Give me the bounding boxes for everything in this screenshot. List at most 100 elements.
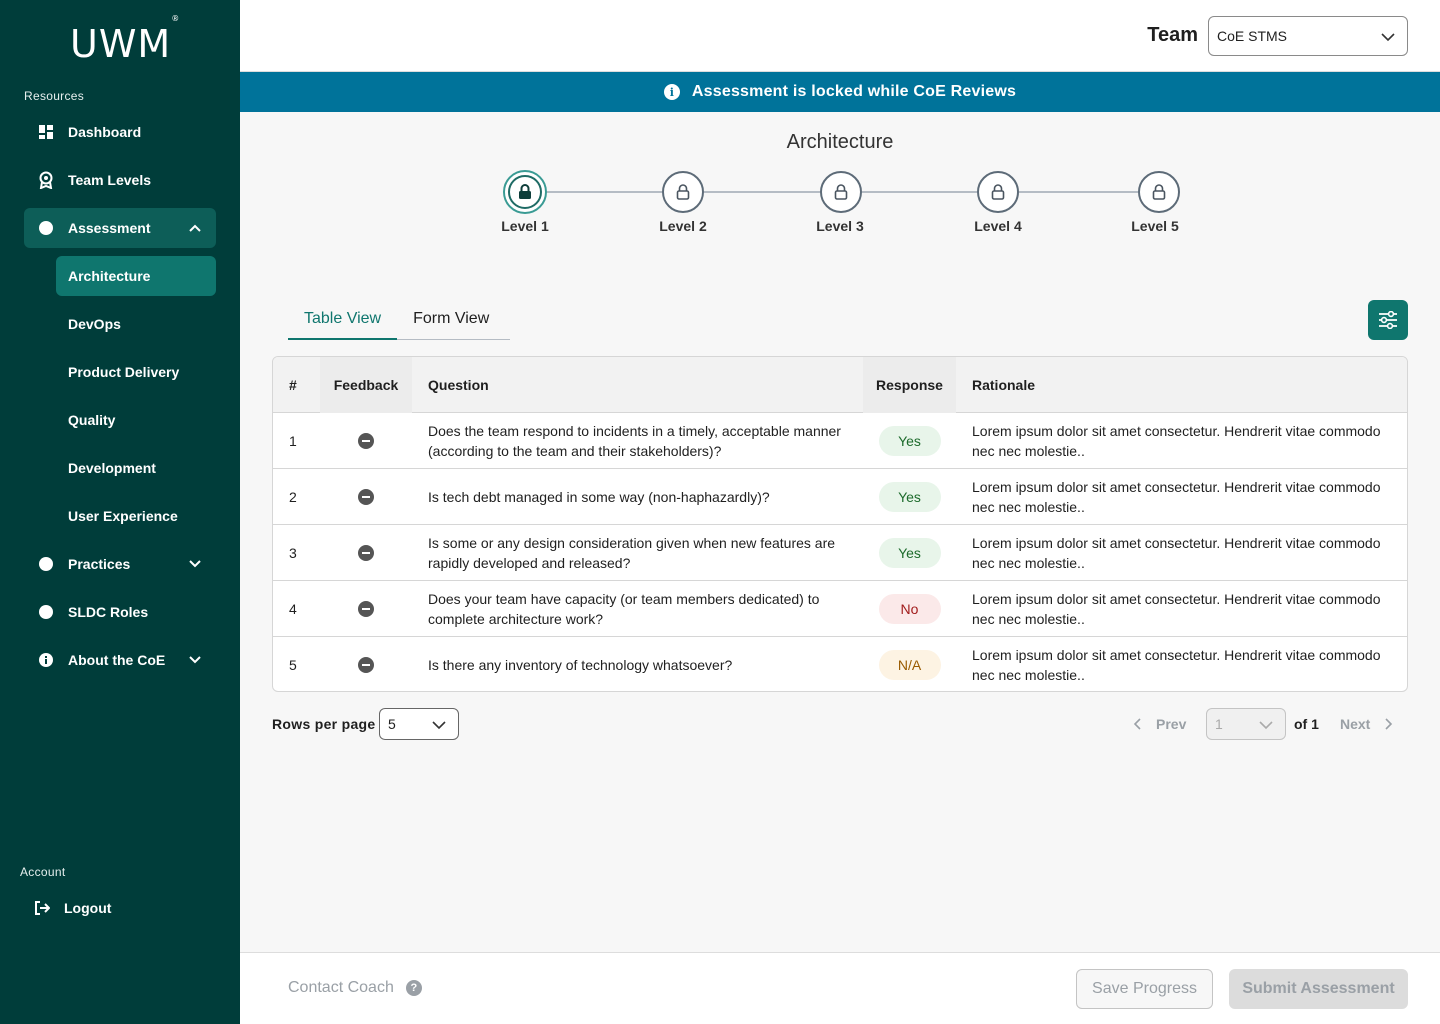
sidebar-subitem-user-experience[interactable]: User Experience	[56, 496, 216, 536]
chevron-down-icon	[432, 718, 446, 735]
question-cell: Is there any inventory of technology wha…	[428, 657, 733, 673]
rationale-cell: Lorem ipsum dolor sit amet consectetur. …	[972, 647, 1381, 683]
tab-form-view[interactable]: Form View	[397, 304, 505, 340]
uwm-logo[interactable]: UWM®	[70, 14, 180, 66]
row-number: 2	[289, 489, 297, 505]
feedback-cell	[320, 469, 412, 525]
sliders-icon	[1379, 311, 1397, 329]
save-progress-button[interactable]: Save Progress	[1076, 969, 1213, 1009]
response-badge: Yes	[878, 426, 941, 456]
submit-assessment-button[interactable]: Submit Assessment	[1229, 969, 1408, 1009]
stepper-connector	[862, 191, 977, 193]
level-1-label: Level 1	[501, 218, 549, 234]
rows-per-page-select[interactable]: 5	[379, 708, 459, 740]
sidebar-item-dashboard[interactable]: Dashboard	[24, 112, 216, 152]
row-number: 1	[289, 433, 297, 449]
rows-per-page-label: Rows per page	[272, 716, 376, 732]
sidebar-item-sldc-roles[interactable]: SLDC Roles	[24, 592, 216, 632]
level-1-step[interactable]	[503, 170, 547, 214]
sidebar-item-practices[interactable]: Practices	[24, 544, 216, 584]
level-4-step[interactable]	[977, 171, 1019, 213]
lock-icon	[834, 184, 848, 200]
chevron-down-icon	[1259, 718, 1273, 735]
sidebar-subitem-architecture[interactable]: Architecture	[56, 256, 216, 296]
feedback-cell	[320, 581, 412, 637]
sidebar-subitem-product-delivery[interactable]: Product Delivery	[56, 352, 216, 392]
table-row[interactable]: 2 Is tech debt managed in some way (non-…	[273, 469, 1407, 525]
table-header: # Feedback Question Response Rationale	[273, 357, 1407, 413]
lock-filled-icon	[519, 184, 531, 199]
contact-coach-label: Contact Coach	[288, 979, 394, 996]
lock-icon	[1152, 184, 1166, 200]
table-row[interactable]: 3 Is some or any design consideration gi…	[273, 525, 1407, 581]
minus-circle-icon[interactable]	[358, 545, 374, 561]
footer-bar: Contact Coach ? Save Progress Submit Ass…	[240, 952, 1440, 1024]
rationale-cell: Lorem ipsum dolor sit amet consectetur. …	[972, 479, 1381, 515]
col-rationale: Rationale	[972, 377, 1036, 393]
circle-icon	[24, 605, 68, 619]
sidebar-subitem-devops[interactable]: DevOps	[56, 304, 216, 344]
chevron-left-icon	[1133, 718, 1141, 730]
level-5-step[interactable]	[1138, 171, 1180, 213]
sidebar-item-about-coe[interactable]: About the CoE	[24, 640, 216, 680]
col-response: Response	[863, 357, 956, 413]
questions-table: # Feedback Question Response Rationale 1…	[272, 356, 1408, 692]
question-cell: Does your team have capacity (or team me…	[428, 591, 820, 627]
locked-banner: i Assessment is locked while CoE Reviews	[240, 72, 1440, 112]
level-2-step[interactable]	[662, 171, 704, 213]
sidebar: UWM® Resources Dashboard Team Levels Ass…	[0, 0, 240, 1024]
page-select[interactable]: 1	[1206, 708, 1286, 740]
logout-label: Logout	[64, 900, 112, 916]
minus-circle-icon[interactable]	[358, 601, 374, 617]
rationale-cell: Lorem ipsum dolor sit amet consectetur. …	[972, 591, 1381, 627]
stepper-connector	[547, 191, 662, 193]
minus-circle-icon[interactable]	[358, 657, 374, 673]
account-label: Account	[20, 865, 66, 879]
table-row[interactable]: 5 Is there any inventory of technology w…	[273, 637, 1407, 691]
sidebar-item-team-levels[interactable]: Team Levels	[24, 160, 216, 200]
next-page-button[interactable]: Next	[1340, 716, 1394, 732]
top-bar: Team CoE STMS	[240, 0, 1440, 72]
level-3-step[interactable]	[820, 171, 862, 213]
sidebar-item-assessment[interactable]: Assessment	[24, 208, 216, 248]
contact-coach-link[interactable]: Contact Coach ?	[288, 979, 422, 997]
stepper-connector	[704, 191, 820, 193]
response-cell: No	[863, 581, 956, 637]
info-icon	[24, 653, 68, 667]
lock-icon	[991, 184, 1005, 200]
feedback-cell	[320, 525, 412, 581]
response-badge: Yes	[878, 538, 941, 568]
sidebar-subitem-quality[interactable]: Quality	[56, 400, 216, 440]
response-badge: No	[878, 594, 941, 624]
team-select[interactable]: CoE STMS	[1208, 16, 1408, 56]
page-count: of 1	[1294, 716, 1319, 732]
level-1-inner	[508, 175, 542, 209]
tab-table-view[interactable]: Table View	[288, 304, 398, 340]
circle-icon	[24, 557, 68, 571]
col-number: #	[289, 377, 297, 393]
level-4-label: Level 4	[974, 218, 1022, 234]
table-row[interactable]: 4 Does your team have capacity (or team …	[273, 581, 1407, 637]
sidebar-item-label: SLDC Roles	[68, 604, 149, 620]
chevron-down-icon	[188, 653, 202, 670]
sidebar-item-label: Assessment	[68, 220, 151, 236]
rationale-cell: Lorem ipsum dolor sit amet consectetur. …	[972, 423, 1381, 459]
rows-per-page-value: 5	[388, 716, 396, 732]
info-icon: i	[663, 84, 680, 100]
response-cell: Yes	[863, 413, 956, 469]
response-badge: N/A	[878, 650, 941, 680]
award-icon	[24, 171, 68, 189]
minus-circle-icon[interactable]	[358, 433, 374, 449]
rationale-cell: Lorem ipsum dolor sit amet consectetur. …	[972, 535, 1381, 571]
row-number: 4	[289, 601, 297, 617]
chevron-up-icon	[188, 221, 202, 238]
sidebar-subitem-development[interactable]: Development	[56, 448, 216, 488]
response-cell: Yes	[863, 469, 956, 525]
prev-page-button[interactable]: Prev	[1132, 716, 1186, 732]
minus-circle-icon[interactable]	[358, 489, 374, 505]
table-row[interactable]: 1 Does the team respond to incidents in …	[273, 413, 1407, 469]
logout-button[interactable]: Logout	[20, 888, 212, 928]
chevron-right-icon	[1385, 718, 1393, 730]
filter-button[interactable]	[1368, 300, 1408, 340]
question-cell: Is some or any design consideration give…	[428, 535, 836, 571]
